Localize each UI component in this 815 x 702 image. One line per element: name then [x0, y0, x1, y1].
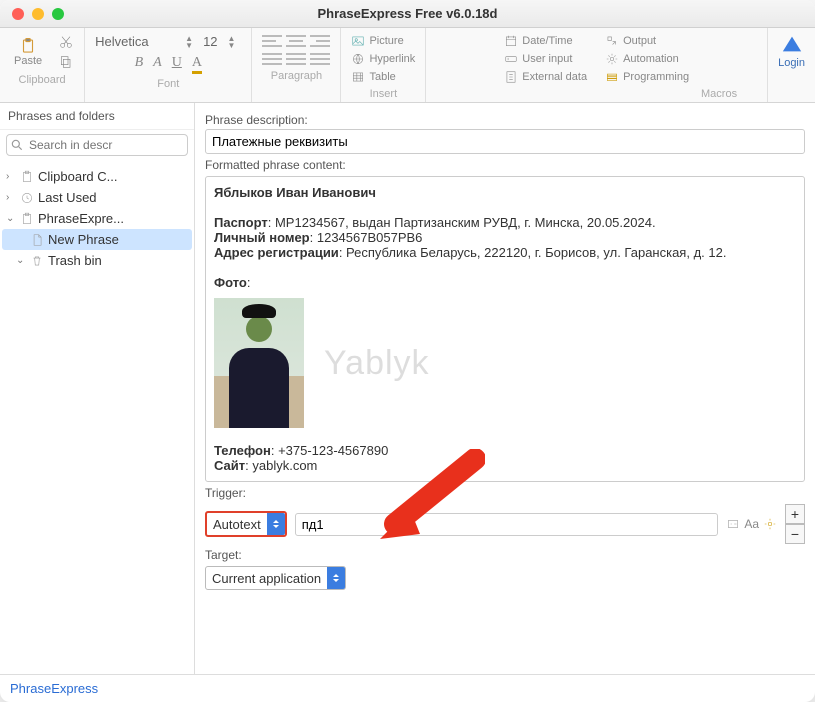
macro-automation-button[interactable]: Automation [605, 52, 679, 66]
search-input[interactable] [6, 134, 188, 156]
tree-item-trashbin[interactable]: ⌄Trash bin [2, 250, 192, 271]
insert-picture-button[interactable]: Picture [351, 34, 403, 48]
font-name-select[interactable]: Helvetica [95, 34, 175, 49]
chevron-updown-icon [267, 513, 285, 535]
expert-icon[interactable] [726, 517, 740, 531]
remove-trigger-button[interactable]: − [785, 524, 805, 544]
photo-image [214, 298, 304, 428]
tree-item-phraseexpress[interactable]: ⌄PhraseExpre... [2, 208, 192, 229]
target-label: Target: [205, 548, 805, 562]
list-bullet-button[interactable] [262, 52, 282, 66]
tree-item-newphrase[interactable]: New Phrase [2, 229, 192, 250]
cut-icon[interactable] [58, 34, 74, 50]
ribbon-paragraph: Paragraph [252, 28, 341, 102]
insert-hyperlink-button[interactable]: Hyperlink [351, 52, 415, 66]
ribbon-macros: Date/Time User input External data Outpu… [426, 28, 768, 102]
description-input[interactable] [205, 129, 805, 154]
font-color-button[interactable]: A [192, 55, 202, 74]
footer-link[interactable]: PhraseExpress [10, 681, 98, 696]
insert-table-button[interactable]: Table [351, 70, 395, 84]
indent-button[interactable] [310, 52, 330, 66]
macro-datetime-button[interactable]: Date/Time [504, 34, 572, 48]
tree-item-lastused[interactable]: ›Last Used [2, 187, 192, 208]
align-left-button[interactable] [262, 34, 282, 48]
macro-externaldata-button[interactable]: External data [504, 70, 587, 84]
ribbon-clipboard: Paste Clipboard [0, 28, 85, 102]
align-right-button[interactable] [310, 34, 330, 48]
content-label: Formatted phrase content: [205, 158, 805, 172]
font-size-select[interactable]: 12 [203, 34, 217, 49]
chevron-updown-icon [327, 567, 345, 589]
app-window: PhraseExpress Free v6.0.18d Paste Clipbo… [0, 0, 815, 702]
align-center-button[interactable] [286, 34, 306, 48]
macro-output-button[interactable]: Output [605, 34, 656, 48]
target-select[interactable]: Current application [205, 566, 346, 590]
ribbon: Paste Clipboard Helvetica ▲▼ 12 ▲▼ B A U… [0, 28, 815, 103]
underline-button[interactable]: U [172, 55, 182, 74]
trigger-type-select[interactable]: Autotext [205, 511, 287, 537]
ribbon-insert: Picture Hyperlink Table Insert [341, 28, 426, 102]
content-editor[interactable]: Яблыков Иван Иванович Паспорт: MP1234567… [205, 176, 805, 482]
add-trigger-button[interactable]: + [785, 504, 805, 524]
macro-programming-button[interactable]: Programming [605, 70, 689, 84]
trigger-text-input[interactable] [295, 513, 719, 536]
window-title: PhraseExpress Free v6.0.18d [0, 6, 815, 21]
case-toggle[interactable]: Aa [744, 517, 759, 531]
paste-button[interactable]: Paste [10, 35, 46, 69]
italic-button[interactable]: A [153, 55, 162, 74]
list-number-button[interactable] [286, 52, 306, 66]
folder-tree: ›Clipboard C... ›Last Used ⌄PhraseExpre.… [0, 160, 194, 277]
tree-item-clipboard[interactable]: ›Clipboard C... [2, 166, 192, 187]
main-panel: Phrase description: Formatted phrase con… [195, 103, 815, 674]
footer: PhraseExpress [0, 674, 815, 702]
ribbon-font: Helvetica ▲▼ 12 ▲▼ B A U A Font [85, 28, 252, 102]
size-stepper[interactable]: ▲▼ [228, 35, 236, 49]
font-stepper[interactable]: ▲▼ [185, 35, 193, 49]
login-button[interactable]: Login [768, 28, 815, 102]
watermark-text: Yablyk [324, 344, 430, 383]
settings-icon[interactable] [763, 517, 777, 531]
search-icon [10, 138, 24, 152]
sidebar: Phrases and folders ›Clipboard C... ›Las… [0, 103, 195, 674]
sidebar-title: Phrases and folders [0, 103, 194, 130]
titlebar: PhraseExpress Free v6.0.18d [0, 0, 815, 28]
copy-icon[interactable] [58, 54, 74, 70]
macro-userinput-button[interactable]: User input [504, 52, 572, 66]
bold-button[interactable]: B [135, 55, 144, 74]
description-label: Phrase description: [205, 113, 805, 127]
trigger-label: Trigger: [205, 486, 805, 500]
